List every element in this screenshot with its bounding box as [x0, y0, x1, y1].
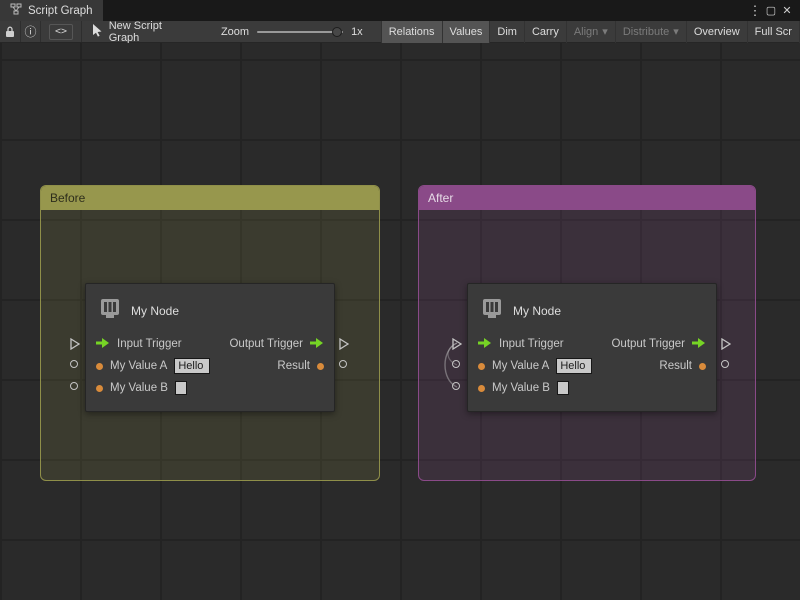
tab-script-graph[interactable]: Script Graph — [0, 0, 103, 21]
graph-toolbar: ⓘ <> New Script Graph Zoom 1x Relations — [0, 21, 800, 43]
value-b-input[interactable] — [557, 381, 569, 395]
value-a-label: My Value A — [110, 360, 167, 372]
dim-label: Dim — [497, 26, 517, 38]
align-label: Align — [574, 26, 598, 38]
output-trigger-label: Output Trigger — [611, 338, 685, 350]
graph-name-label: New Script Graph — [109, 20, 185, 44]
fullscreen-label: Full Scr — [755, 26, 792, 38]
port-row-value-b: My Value B — [96, 380, 324, 396]
flow-arrow-icon — [478, 338, 492, 351]
value-b-input[interactable] — [175, 381, 187, 395]
value-port-icon — [96, 385, 103, 392]
code-view-icon[interactable]: <> — [49, 24, 73, 40]
chevron-down-icon: ▾ — [673, 25, 679, 38]
value-a-input[interactable] — [174, 358, 210, 374]
port-row-value-b: My Value B — [478, 380, 706, 396]
dim-button[interactable]: Dim — [489, 21, 524, 43]
value-input-port[interactable] — [452, 360, 460, 368]
node-header[interactable]: My Node — [480, 297, 561, 324]
flow-arrow-icon — [96, 338, 110, 351]
group-before-title: Before — [50, 191, 85, 205]
zoom-slider-knob[interactable] — [332, 27, 342, 37]
value-port-icon — [96, 363, 103, 370]
relations-label: Relations — [389, 26, 435, 38]
port-row-trigger: Input Trigger Output Trigger — [96, 336, 324, 352]
values-button[interactable]: Values — [442, 21, 490, 43]
toolbar-separator — [40, 21, 41, 42]
graph-tab-icon — [10, 3, 22, 18]
node-header[interactable]: My Node — [98, 297, 179, 324]
input-trigger-label: Input Trigger — [117, 338, 182, 350]
flow-input-port[interactable] — [452, 338, 462, 350]
value-input-port[interactable] — [70, 382, 78, 390]
overview-label: Overview — [694, 26, 740, 38]
zoom-control: Zoom 1x — [221, 26, 363, 38]
flow-arrow-icon — [310, 338, 324, 351]
value-output-port[interactable] — [339, 360, 347, 368]
fullscreen-button[interactable]: Full Scr — [747, 21, 800, 43]
result-label: Result — [277, 360, 310, 372]
node-title-label: My Node — [131, 304, 179, 318]
value-a-label: My Value A — [492, 360, 549, 372]
port-row-value-a: My Value A Result — [96, 358, 324, 374]
zoom-value: 1x — [351, 26, 363, 38]
connection-curves — [430, 330, 470, 400]
value-port-icon — [699, 363, 706, 370]
group-after-header[interactable]: After — [419, 186, 755, 210]
value-b-label: My Value B — [492, 382, 550, 394]
node-my-node-after[interactable]: My Node Input Trigger Output Trigger My … — [467, 283, 717, 412]
script-graph-window: Script Graph ⋮ ▢ ✕ ⓘ <> New Script Gra — [0, 0, 800, 600]
flow-output-port[interactable] — [721, 338, 731, 350]
distribute-label: Distribute — [623, 26, 669, 38]
relations-button[interactable]: Relations — [381, 21, 442, 43]
value-b-label: My Value B — [110, 382, 168, 394]
node-title-label: My Node — [513, 304, 561, 318]
distribute-dropdown[interactable]: Distribute ▾ — [615, 21, 686, 43]
value-port-icon — [317, 363, 324, 370]
group-before-header[interactable]: Before — [41, 186, 379, 210]
value-input-port[interactable] — [70, 360, 78, 368]
value-port-icon — [478, 363, 485, 370]
overview-button[interactable]: Overview — [686, 21, 747, 43]
value-port-icon — [478, 385, 485, 392]
maximize-icon[interactable]: ▢ — [763, 4, 779, 17]
input-trigger-label: Input Trigger — [499, 338, 564, 350]
values-label: Values — [450, 26, 483, 38]
kebab-menu-icon[interactable]: ⋮ — [747, 3, 763, 19]
value-a-input[interactable] — [556, 358, 592, 374]
output-trigger-label: Output Trigger — [229, 338, 303, 350]
lock-icon[interactable] — [0, 21, 20, 43]
value-input-port[interactable] — [452, 382, 460, 390]
graph-name-button[interactable]: New Script Graph — [82, 20, 195, 44]
flow-output-port[interactable] — [339, 338, 349, 350]
toolbar-buttons: Relations Values Dim Carry Align ▾ Distr… — [381, 21, 800, 43]
node-my-node-before[interactable]: My Node Input Trigger Output Trigger My … — [85, 283, 335, 412]
port-row-trigger: Input Trigger Output Trigger — [478, 336, 706, 352]
carry-button[interactable]: Carry — [524, 21, 566, 43]
group-after-title: After — [428, 191, 453, 205]
flow-machine-icon — [98, 297, 122, 324]
info-icon[interactable]: ⓘ — [21, 21, 41, 43]
flow-machine-icon — [480, 297, 504, 324]
flow-input-port[interactable] — [70, 338, 80, 350]
zoom-slider[interactable] — [257, 31, 343, 33]
flow-arrow-icon — [692, 338, 706, 351]
pointer-icon — [92, 24, 103, 40]
port-row-value-a: My Value A Result — [478, 358, 706, 374]
window-controls: ⋮ ▢ ✕ — [747, 0, 800, 21]
value-output-port[interactable] — [721, 360, 729, 368]
carry-label: Carry — [532, 26, 559, 38]
tab-bar: Script Graph ⋮ ▢ ✕ — [0, 0, 800, 21]
result-label: Result — [659, 360, 692, 372]
close-icon[interactable]: ✕ — [779, 4, 795, 17]
chevron-down-icon: ▾ — [602, 25, 608, 38]
zoom-label: Zoom — [221, 26, 249, 38]
align-dropdown[interactable]: Align ▾ — [566, 21, 615, 43]
tab-title: Script Graph — [28, 5, 93, 17]
